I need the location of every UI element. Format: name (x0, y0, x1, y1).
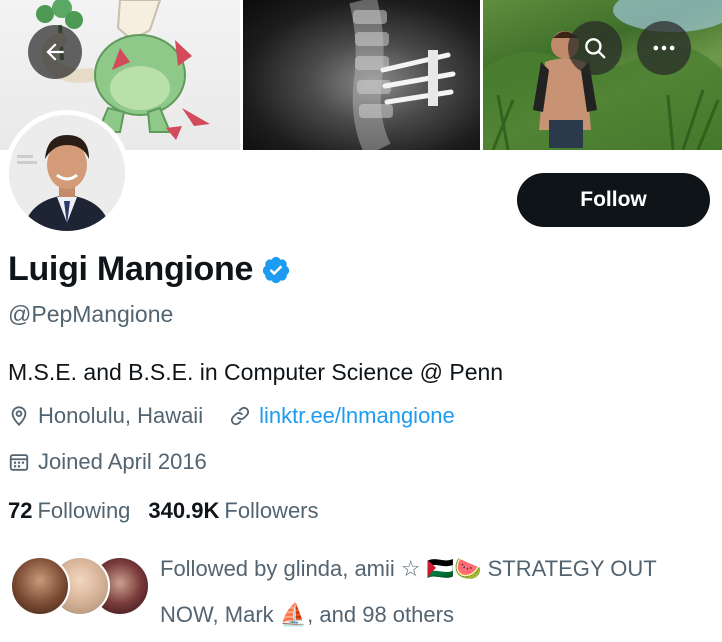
joined-date: Joined April 2016 (38, 449, 207, 474)
followers-count: 340.9K (148, 498, 220, 523)
profile-name-row: Luigi Mangione (8, 250, 291, 289)
profile-meta-location: Honolulu, Hawaii linktr.ee/lnmangione (8, 403, 455, 429)
profile-stats: 72 Following 340.9K Followers (8, 498, 319, 524)
website-item: linktr.ee/lnmangione (229, 403, 455, 429)
avatar (10, 556, 70, 616)
verified-badge-icon[interactable] (261, 255, 291, 285)
arrow-left-icon (46, 43, 64, 61)
location-pin-icon (8, 405, 30, 427)
following-count: 72 (8, 498, 33, 523)
profile-meta-joined: Joined April 2016 (8, 449, 207, 475)
calendar-icon (8, 451, 30, 473)
following-label: Following (37, 498, 131, 523)
website-link[interactable]: linktr.ee/lnmangione (259, 403, 455, 429)
profile-bio: M.S.E. and B.S.E. in Computer Science @ … (8, 359, 504, 385)
profile-handle: @PepMangione (8, 301, 174, 327)
following-stat[interactable]: 72 Following (8, 498, 130, 524)
followed-by-text[interactable]: Followed by glinda, amii ☆ 🇵🇸🍉 STRATEGY … (160, 546, 715, 638)
mutual-followers-avatars[interactable] (10, 556, 150, 616)
search-button[interactable] (568, 21, 622, 75)
followed-by-line-2: NOW, Mark ⛵, and 98 others (160, 602, 454, 627)
link-icon (229, 405, 251, 427)
followers-label: Followers (224, 498, 319, 523)
back-button[interactable] (28, 25, 82, 79)
followed-by-line-1: Followed by glinda, amii ☆ 🇵🇸🍉 STRATEGY … (160, 556, 657, 581)
followers-stat[interactable]: 340.9K Followers (148, 498, 318, 524)
display-name: Luigi Mangione (8, 250, 254, 288)
avatar-image (9, 115, 125, 231)
banner-image-xray (243, 0, 480, 150)
profile-avatar[interactable] (4, 110, 130, 236)
location-text: Honolulu, Hawaii (38, 403, 204, 428)
search-icon (585, 38, 606, 59)
more-horizontal-icon (653, 45, 675, 51)
follow-button[interactable]: Follow (517, 173, 710, 227)
more-options-button[interactable] (637, 21, 691, 75)
